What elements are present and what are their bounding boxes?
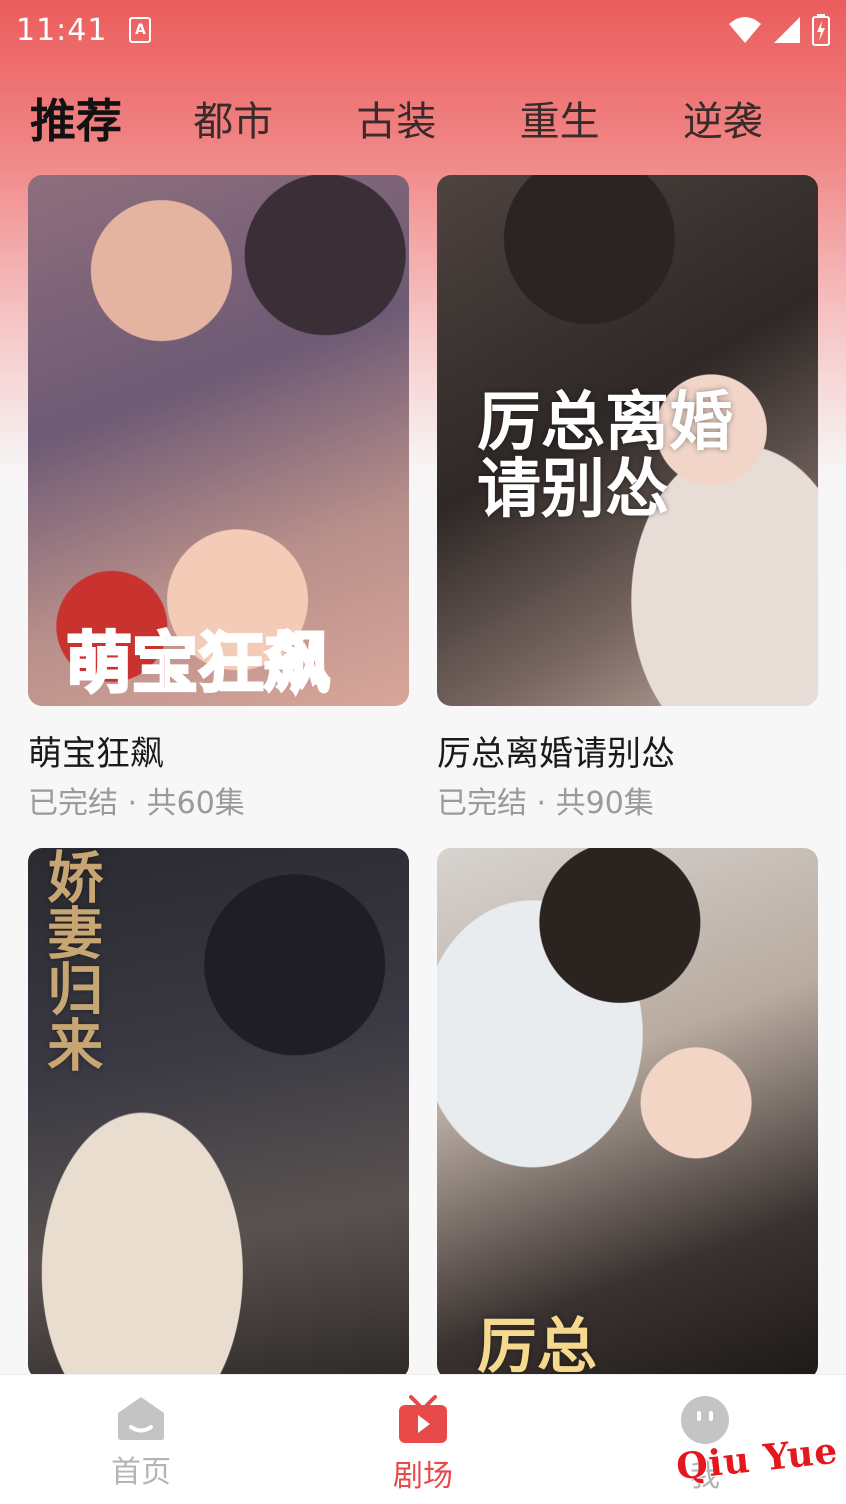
tab-urban[interactable]: 都市	[193, 89, 356, 147]
drama-card[interactable]: 厉总离婚请别怂 厉总离婚请别怂 已完结 · 共90集	[437, 175, 818, 821]
nav-home-label: 首页	[111, 1455, 171, 1490]
status-icons	[728, 14, 830, 46]
tab-comeback[interactable]: 逆袭	[683, 89, 846, 147]
tab-recommended[interactable]: 推荐	[30, 85, 193, 151]
bottom-navigation: 首页 剧场 我	[0, 1374, 846, 1504]
profile-icon	[681, 1396, 729, 1444]
cover-title-art: 厉总	[477, 1312, 597, 1379]
home-icon	[118, 1397, 164, 1440]
tab-costume[interactable]: 古装	[356, 89, 519, 147]
cover-title-art: 厉总离婚请别怂	[477, 386, 733, 528]
drama-card[interactable]: 娇妻归来	[28, 848, 409, 1379]
drama-cover[interactable]: 萌宝狂飙	[28, 175, 409, 706]
signal-icon	[774, 17, 800, 43]
tab-rebirth[interactable]: 重生	[520, 89, 683, 147]
drama-card[interactable]: 萌宝狂飙 萌宝狂飙 已完结 · 共60集	[28, 175, 409, 821]
nav-home[interactable]: 首页	[0, 1375, 282, 1504]
drama-title: 厉总离婚请别怂	[437, 734, 675, 774]
nav-theater-label: 剧场	[393, 1459, 453, 1494]
drama-card[interactable]: 厉总	[437, 848, 818, 1379]
status-time: 11:41	[16, 12, 108, 48]
drama-title: 萌宝狂飙	[28, 734, 164, 774]
drama-grid: 萌宝狂飙 萌宝狂飙 已完结 · 共60集 厉总离婚请别怂 厉总离婚请别怂 已完结…	[28, 175, 818, 1379]
drama-cover[interactable]: 厉总	[437, 848, 818, 1379]
wifi-icon	[729, 17, 761, 43]
drama-meta: 已完结 · 共90集	[437, 786, 654, 821]
tv-icon	[399, 1395, 447, 1443]
drama-cover[interactable]: 厉总离婚请别怂	[437, 175, 818, 706]
app-notification-icon: A	[129, 17, 152, 43]
battery-charging-icon	[812, 14, 830, 46]
app-root: 11:41 A 推荐 都市 古装 重生 逆袭 萌宝狂飙 萌宝狂飙 已完结 · 共…	[0, 0, 846, 1504]
cover-title-art: 萌宝狂飙	[65, 624, 332, 702]
category-tabs: 推荐 都市 古装 重生 逆袭	[0, 80, 846, 156]
drama-cover[interactable]: 娇妻归来	[28, 848, 409, 1379]
nav-theater[interactable]: 剧场	[282, 1375, 564, 1504]
cover-title-art: 娇妻归来	[37, 848, 103, 1072]
drama-meta: 已完结 · 共60集	[28, 786, 245, 821]
status-bar: 11:41 A	[0, 0, 846, 60]
